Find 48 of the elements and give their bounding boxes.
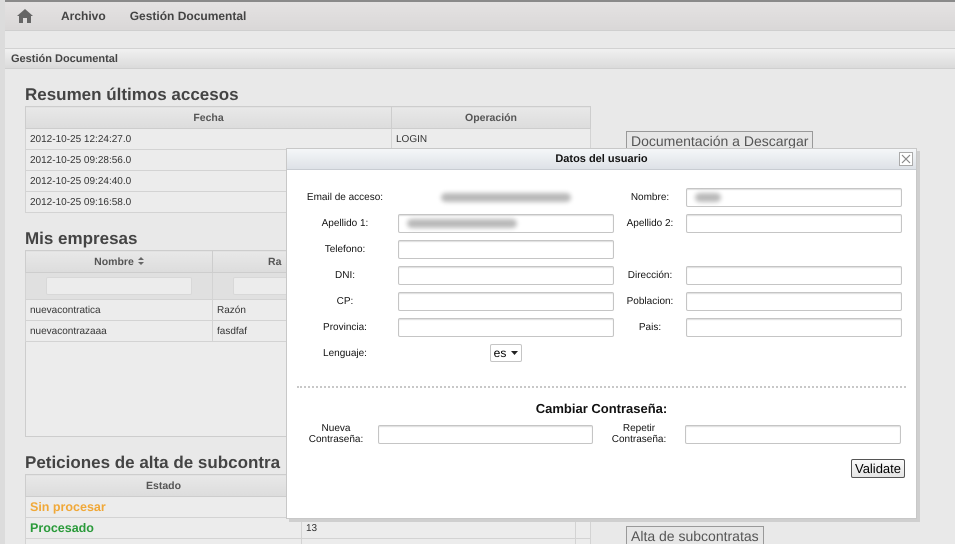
field-label: Apellido 2: (626, 218, 674, 229)
section-title: Resumen últimos accesos (25, 85, 239, 105)
section-title: Mis empresas (25, 229, 138, 249)
field-label: Dirección: (626, 270, 674, 281)
close-button[interactable] (899, 152, 913, 166)
text-field[interactable] (398, 318, 614, 337)
column-header: Fecha (26, 106, 392, 128)
text-field[interactable] (398, 240, 614, 259)
text-field[interactable] (686, 214, 902, 233)
table-cell: nuevacontrazaaa (26, 320, 212, 342)
text-field[interactable] (398, 292, 614, 311)
field-label: Poblacion: (626, 296, 674, 307)
table-cell: 2012-10-25 12:24:27.0 (26, 128, 392, 150)
status-text: Procesado (26, 518, 302, 538)
text-field[interactable] (686, 318, 902, 337)
password-field[interactable] (685, 424, 901, 444)
close-icon (901, 154, 911, 164)
home-icon[interactable] (17, 9, 33, 23)
column-header[interactable]: Nombre (26, 250, 212, 272)
field-label: Apellido 1: (320, 218, 370, 229)
column-header: Operación (392, 106, 590, 128)
field-label: DNI: (334, 270, 356, 281)
dialog-title: Datos del usuario (555, 153, 648, 165)
field-label: Nueva Contraseña: (308, 423, 364, 445)
text-field[interactable] (686, 188, 902, 207)
text-field[interactable] (398, 266, 614, 285)
validate-button[interactable]: Validate (850, 459, 905, 478)
caret-icon (511, 351, 518, 355)
panel-header: Gestión Documental (5, 48, 955, 69)
field-label: Telefono: (324, 244, 366, 255)
table-cell: LOGIN (392, 128, 590, 150)
section-title: Peticiones de alta de subcontra (25, 453, 280, 473)
field-label: Email de acceso: (306, 192, 384, 203)
menu-item[interactable]: Archivo (61, 9, 106, 23)
password-field[interactable] (378, 424, 593, 444)
language-select[interactable]: es (490, 344, 522, 362)
field-label: Provincia: (322, 322, 368, 333)
field-label: Lenguaje: (322, 348, 368, 358)
field-label: Repetir Contraseña: (610, 423, 668, 445)
text-field[interactable] (686, 292, 902, 311)
field-label: Nombre: (630, 192, 670, 203)
field-label: Pais: (638, 322, 662, 333)
section-title: Cambiar Contraseña: (534, 401, 668, 416)
menu-item[interactable]: Gestión Documental (130, 9, 246, 23)
text-field[interactable] (686, 266, 902, 285)
text-field[interactable] (398, 214, 614, 233)
action-button[interactable]: Alta de subcontratas (626, 526, 764, 544)
table-cell: nuevacontratica (26, 300, 212, 320)
